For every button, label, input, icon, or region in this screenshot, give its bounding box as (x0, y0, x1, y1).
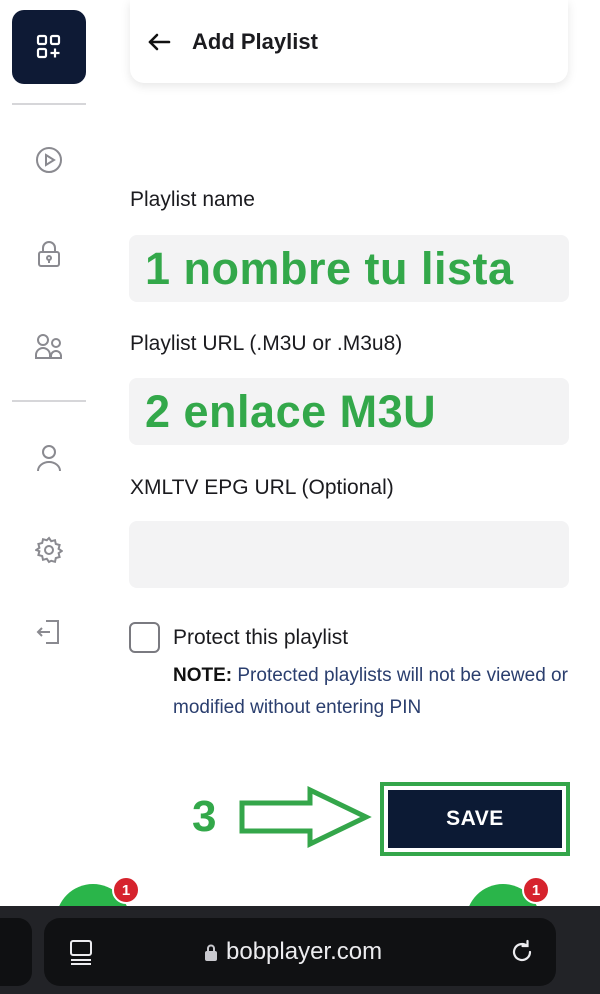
protect-checkbox[interactable] (129, 622, 160, 653)
logout-icon (36, 620, 59, 644)
secure-lock-icon (205, 944, 217, 961)
playlist-name-label: Playlist name (130, 188, 255, 211)
page-title: Add Playlist (192, 28, 318, 54)
back-button[interactable] (142, 25, 176, 59)
play-circle-icon (36, 147, 62, 173)
notification-badge-right: 1 (522, 876, 550, 904)
sidebar-divider (12, 103, 86, 105)
user-icon (37, 445, 61, 472)
page-menu-icon[interactable] (68, 938, 94, 966)
gear-icon (35, 536, 63, 564)
browser-toolbar: bobplayer.com (0, 906, 600, 994)
protect-note: NOTE: Protected playlists will not be vi… (173, 660, 573, 724)
note-prefix: NOTE: (173, 665, 233, 686)
url-text: bobplayer.com (226, 938, 383, 965)
sidebar-item-settings[interactable] (33, 534, 65, 566)
playlist-url-value: 2 enlace M3U (145, 385, 437, 437)
protect-label: Protect this playlist (173, 626, 349, 649)
notification-badge-left: 1 (112, 876, 140, 904)
playlists-icon (36, 34, 61, 59)
sidebar-item-player[interactable] (33, 144, 65, 176)
page-header: Add Playlist (130, 0, 568, 83)
sidebar-item-parental[interactable] (33, 238, 65, 270)
reload-icon[interactable] (508, 938, 536, 966)
playlist-url-input[interactable]: 2 enlace M3U (129, 378, 569, 445)
epg-url-input[interactable] (129, 521, 569, 588)
epg-url-label: XMLTV EPG URL (Optional) (130, 476, 394, 499)
address-bar[interactable]: bobplayer.com (44, 918, 556, 986)
sidebar-item-account[interactable] (33, 442, 65, 474)
arrow-right-icon (239, 786, 372, 848)
sidebar-item-users[interactable] (33, 330, 65, 362)
playlist-url-label: Playlist URL (.M3U or .M3u8) (130, 332, 403, 355)
playlist-name-value: 1 nombre tu lista (145, 242, 514, 294)
sidebar-divider (12, 400, 86, 402)
previous-tab[interactable] (0, 918, 32, 986)
playlist-name-input[interactable]: 1 nombre tu lista (129, 235, 569, 302)
sidebar-item-logout[interactable] (33, 616, 65, 648)
sidebar (0, 0, 100, 900)
save-button[interactable]: SAVE (388, 790, 562, 848)
arrow-left-icon (148, 33, 171, 50)
note-text: Protected playlists will not be viewed o… (173, 665, 568, 718)
lock-icon (38, 241, 60, 267)
save-button-highlight: SAVE (380, 782, 570, 856)
users-icon (35, 334, 62, 359)
step-marker: 3 (192, 792, 217, 841)
playlists-button[interactable] (12, 10, 86, 84)
